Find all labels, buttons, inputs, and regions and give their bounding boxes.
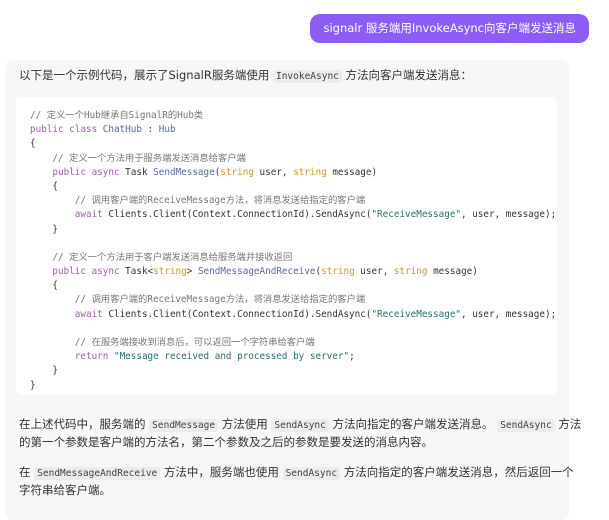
code-token: } <box>30 223 58 235</box>
code-line: // 调用客户端的ReceiveMessage方法，将消息发送给指定的客户端 <box>30 293 543 307</box>
code-token: public async <box>30 166 126 178</box>
code-token: "ReceiveMessage" <box>371 308 462 320</box>
code-token: string <box>153 266 187 278</box>
code-token: message) <box>326 166 378 178</box>
code-token: "ReceiveMessage" <box>371 209 462 221</box>
code-token: > <box>186 266 198 278</box>
code-token: // 定义一个Hub继承自SignalR的Hub类 <box>30 110 204 121</box>
code-token: } <box>30 365 58 377</box>
paragraph-2-line-1: 在 SendMessageAndReceive 方法中，服务端也使用 SendA… <box>19 464 574 482</box>
code-token: : <box>141 124 159 136</box>
code-line: public class ChatHub : Hub <box>30 123 543 137</box>
code-line: { <box>30 137 543 151</box>
code-token: public class <box>30 124 103 136</box>
code-token: string <box>321 266 355 278</box>
code-line: await Clients.Client(Context.ConnectionI… <box>30 308 556 322</box>
code-line: // 定义一个方法用于服务端发送消息给客户端 <box>30 152 543 166</box>
code-line: await Clients.Client(Context.ConnectionI… <box>30 208 556 222</box>
text: 方法向指定的客户端发送消息。 <box>328 417 498 431</box>
code-token: // 定义一个方法用于客户端发送消息给服务端并接收返回 <box>30 251 293 263</box>
code-token: public async <box>30 266 126 278</box>
code-token: , user, message); <box>461 308 557 320</box>
user-message-bubble: signalr 服务端用InvokeAsync向客户端发送消息 <box>310 14 589 43</box>
code-line: { <box>30 180 543 194</box>
code-line: // 定义一个Hub继承自SignalR的Hub类 <box>30 109 543 123</box>
code-token: } <box>30 379 36 391</box>
code-token: string <box>293 166 327 178</box>
inline-code: SendAsync <box>282 467 341 480</box>
code-line: // 调用客户端的ReceiveMessage方法，将消息发送给指定的客户端 <box>30 194 543 208</box>
code-token: user, <box>354 266 394 278</box>
code-token: // 调用客户端的ReceiveMessage方法，将消息发送给指定的客户端 <box>30 294 366 306</box>
inline-code: SendMessage <box>149 419 219 432</box>
text: 方法向客户端发送消息： <box>341 68 473 82</box>
paragraph-2-line-2: 字符串给客户端。 <box>19 483 111 497</box>
inline-code: SendAsync <box>271 419 329 432</box>
code-line: return "Message received and processed b… <box>30 350 543 364</box>
code-token: // 在服务端接收到消息后，可以返回一个字符串给客户端 <box>30 337 315 348</box>
code-line: { <box>30 279 543 293</box>
assistant-response: 以下是一个示例代码，展示了SignalR服务端使用 InvokeAsync 方法… <box>5 60 581 520</box>
text: 方法使用 <box>218 417 272 431</box>
code-token: SendMessage <box>153 166 215 178</box>
code-token: , user, message); <box>461 209 557 221</box>
code-token: string <box>220 166 254 178</box>
code-line: // 定义一个方法用于客户端发送消息给服务端并接收返回 <box>30 251 543 265</box>
text: 在上述代码中，服务端的 <box>19 417 150 431</box>
inline-code: SendAsync <box>497 419 555 432</box>
paragraph-1-line-2: 的第一个参数是客户端的方法名，第二个参数及之后的参数是要发送的消息内容。 <box>19 435 433 449</box>
code-token: { <box>30 280 58 292</box>
inline-code: SendMessageAndReceive <box>34 467 161 480</box>
code-token: Hub <box>158 124 176 136</box>
paragraph-1-line-1: 在上述代码中，服务端的 SendMessage 方法使用 SendAsync 方… <box>19 416 581 434</box>
text: 方法向指定的客户端发送消息，然后返回一个 <box>340 465 574 479</box>
code-token: Task <box>125 166 154 178</box>
code-line: public async Task<string> SendMessageAnd… <box>30 265 543 279</box>
code-token: await <box>30 308 109 320</box>
text: 以下是一个示例代码，展示了SignalR服务端使用 <box>19 68 273 82</box>
text: 在 <box>19 465 35 479</box>
code-token: SendMessageAndReceive <box>197 266 316 278</box>
text: 方法 <box>554 417 582 431</box>
text: 方法中，服务端也使用 <box>160 465 283 479</box>
code-token: "Message received and processed by serve… <box>113 351 350 363</box>
code-token: ChatHub <box>102 124 142 136</box>
code-line: // 在服务端接收到消息后，可以返回一个字符串给客户端 <box>30 336 543 350</box>
code-token: await <box>30 209 109 221</box>
code-token: { <box>30 138 36 150</box>
inline-code: InvokeAsync <box>272 70 342 83</box>
code-line: } <box>30 223 543 237</box>
code-token: Clients.Client(Context.ConnectionId).Sen… <box>108 209 372 221</box>
code-token: Clients.Client(Context.ConnectionId).Sen… <box>108 308 372 320</box>
intro-text: 以下是一个示例代码，展示了SignalR服务端使用 InvokeAsync 方法… <box>19 67 472 85</box>
code-token: ; <box>349 351 355 363</box>
code-line: } <box>30 364 543 378</box>
code-token: Task< <box>125 266 154 278</box>
code-token: message) <box>427 266 478 278</box>
code-token: return <box>30 351 114 363</box>
code-token: user, <box>253 166 294 178</box>
code-line: } <box>30 379 543 393</box>
code-block: // 定义一个Hub继承自SignalR的Hub类 public class Ch… <box>16 97 557 395</box>
code-token: string <box>393 266 428 278</box>
code-line: public async Task SendMessage(string use… <box>30 166 543 180</box>
code-token: // 定义一个方法用于服务端发送消息给客户端 <box>30 152 246 164</box>
code-token: // 调用客户端的ReceiveMessage方法，将消息发送给指定的客户端 <box>30 195 366 207</box>
code-token: { <box>30 180 58 192</box>
